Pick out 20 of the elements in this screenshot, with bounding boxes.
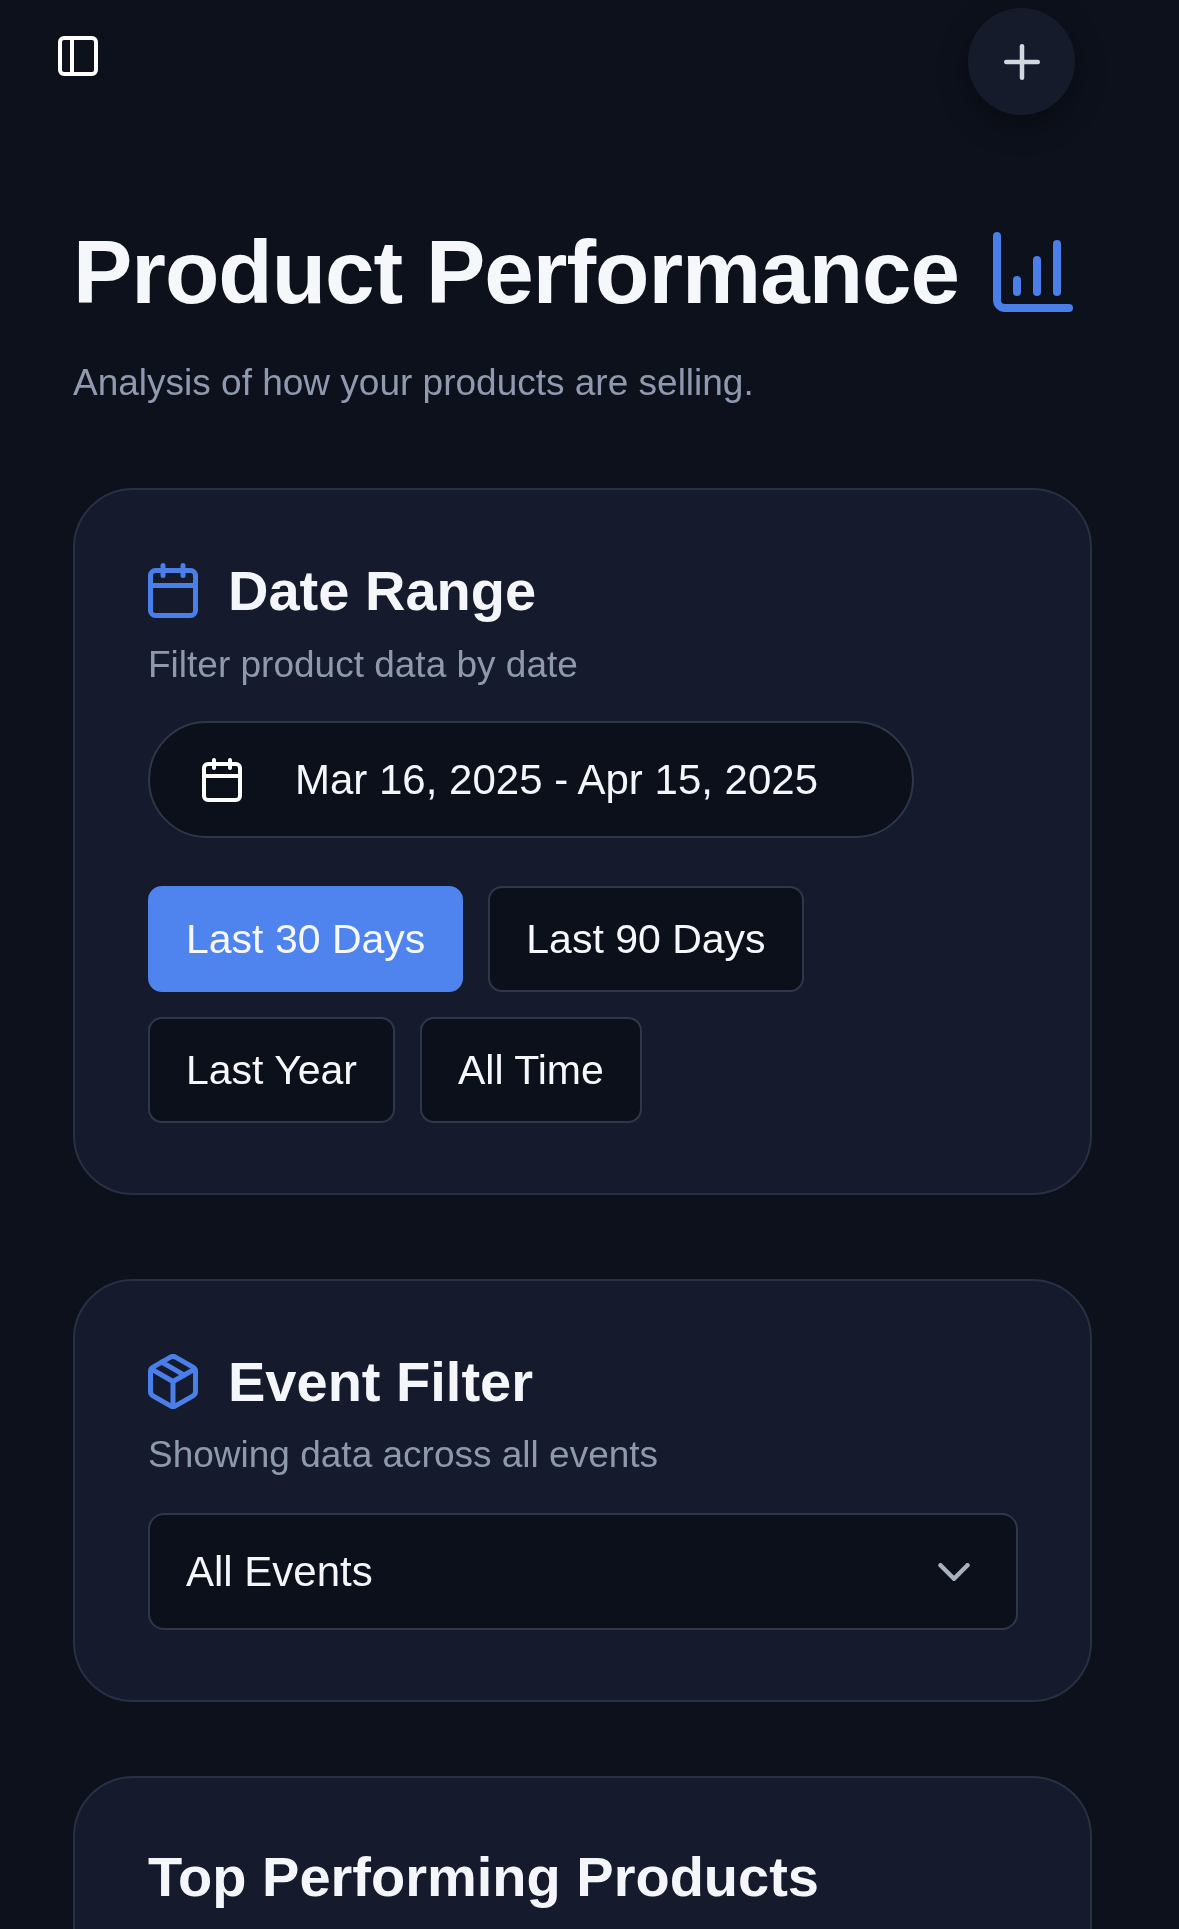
card-title: Date Range — [228, 558, 537, 624]
plus-icon — [1003, 43, 1040, 80]
card-subtitle: Showing data across all events — [148, 1433, 660, 1477]
sidebar-toggle-button[interactable] — [58, 36, 98, 76]
card-title: Top Performing Products — [148, 1844, 820, 1910]
event-select[interactable]: All Events — [148, 1513, 1018, 1630]
preset-button[interactable]: All Time — [420, 1017, 642, 1123]
calendar-icon — [148, 563, 198, 618]
preset-button[interactable]: Last Year — [148, 1017, 395, 1123]
sidebar-toggle-icon — [58, 36, 98, 76]
calendar-icon — [202, 757, 242, 802]
bar-chart-icon — [993, 232, 1074, 312]
preset-button[interactable]: Last 90 Days — [488, 886, 804, 992]
date-range-picker[interactable]: Mar 16, 2025 - Apr 15, 2025 — [148, 721, 914, 838]
page-subtitle: Analysis of how your products are selling. — [73, 361, 755, 405]
card-subtitle: Filter product data by date — [148, 643, 579, 687]
chevron-down-icon — [938, 1562, 970, 1581]
package-icon — [148, 1354, 198, 1409]
page-title: Product Performance — [73, 223, 960, 321]
card-title: Event Filter — [228, 1349, 533, 1415]
